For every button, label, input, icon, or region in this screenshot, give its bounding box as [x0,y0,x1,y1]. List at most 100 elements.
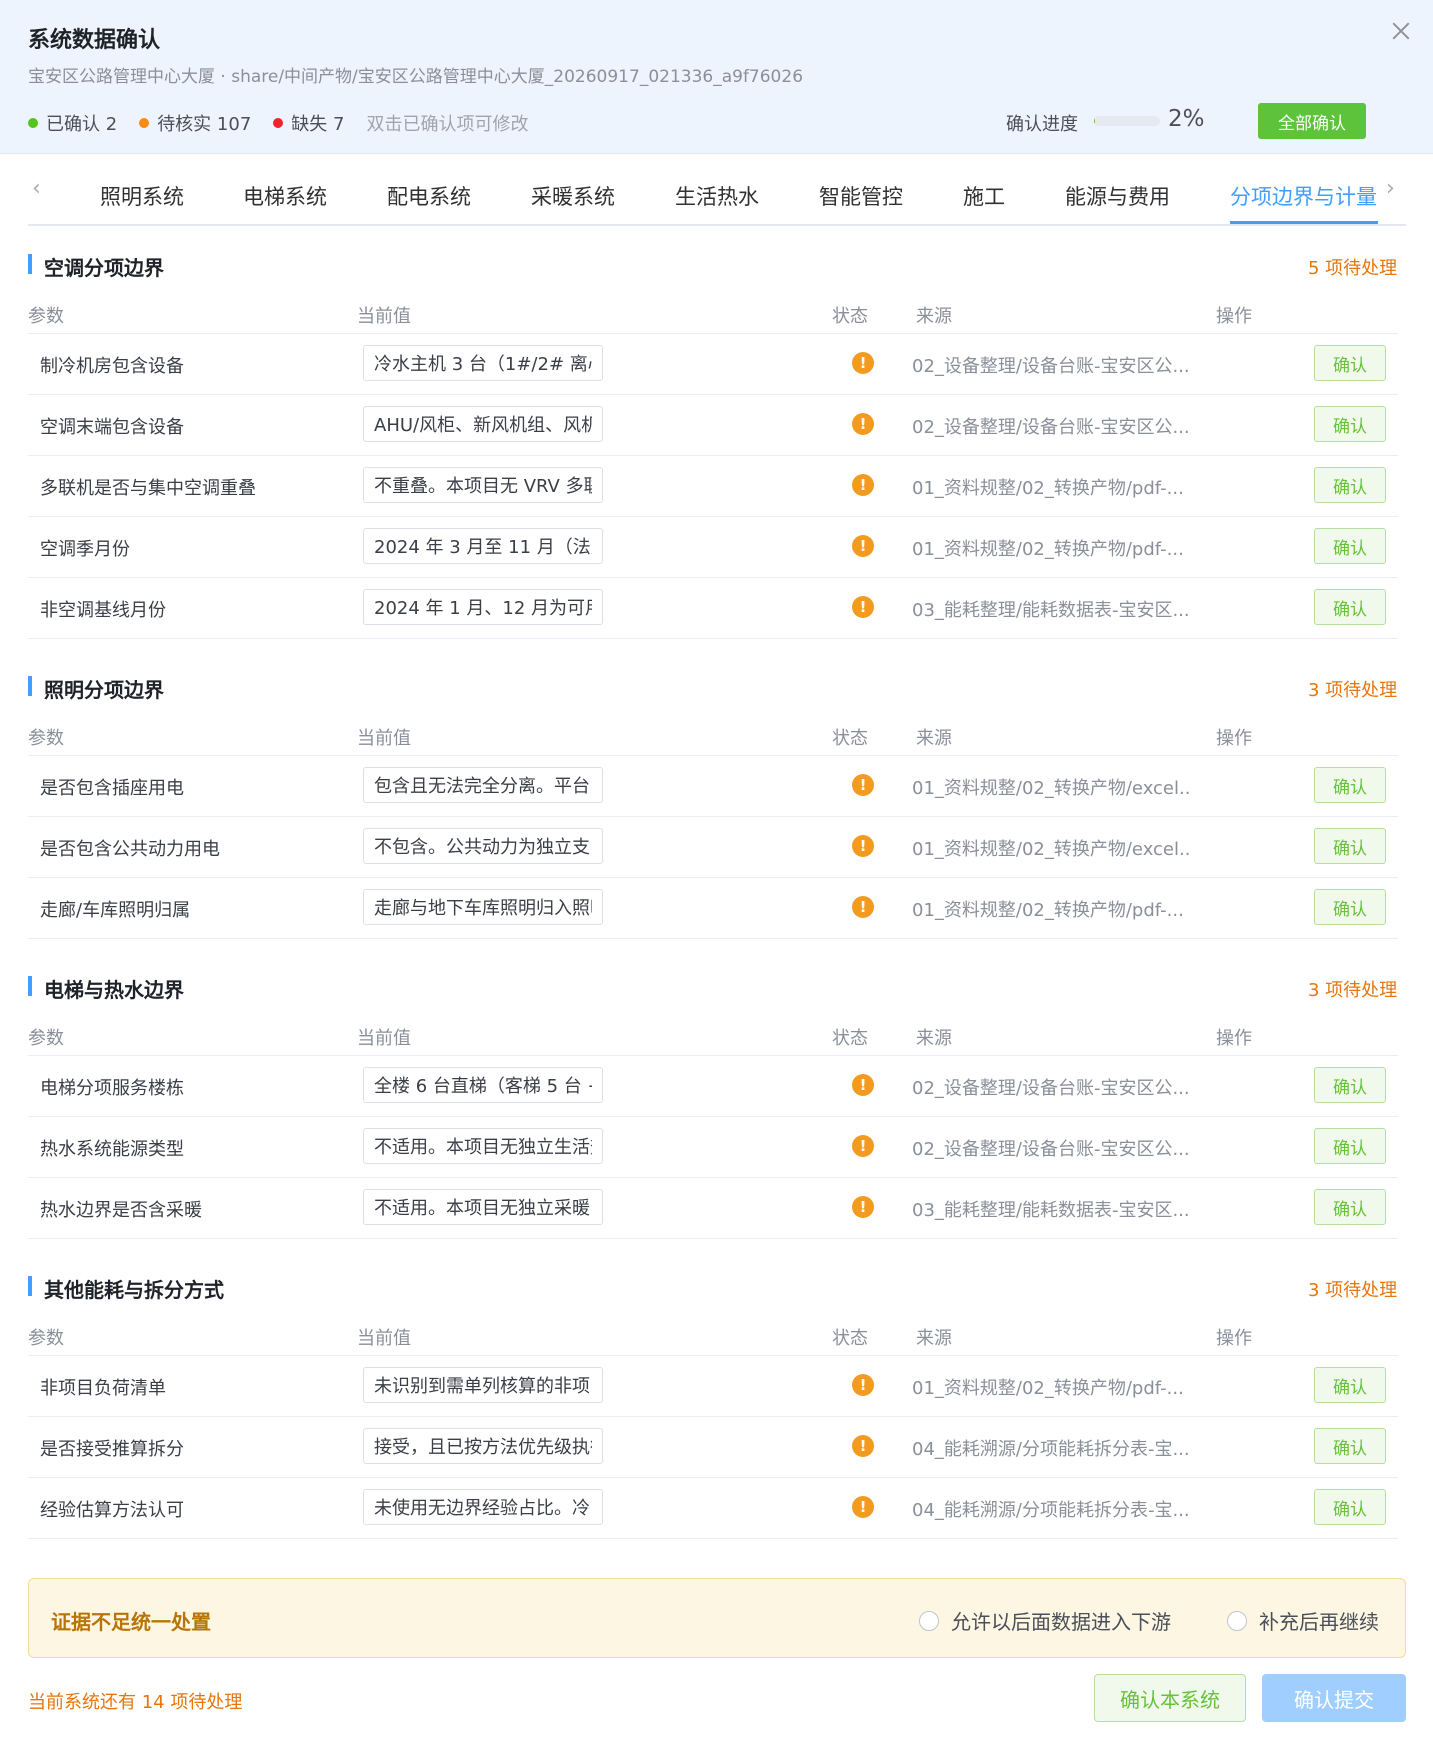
col-param-header: 参数 [28,728,64,749]
section-title: 电梯与热水边界 [44,978,184,1002]
tab-lighting[interactable]: 照明系统 [100,181,184,211]
value-input[interactable] [363,889,603,925]
tab-hot-water[interactable]: 生活热水 [675,181,759,211]
col-action-header: 操作 [1216,1028,1252,1049]
table-header: 参数 当前值 状态 来源 操作 [0,1014,1433,1056]
chevron-right-icon[interactable]: › [1386,176,1395,201]
col-action-header: 操作 [1216,1328,1252,1349]
param-name: 电梯分项服务楼栋 [40,1078,184,1099]
pending-label: 待核实 107 [157,114,252,135]
submit-button[interactable]: 确认提交 [1262,1674,1406,1722]
table-row: 热水系统能源类型! 02_设备整理/设备台账-宝安区公... 确认 [0,1117,1433,1178]
warning-icon: ! [852,1196,874,1218]
confirm-row-button[interactable]: 确认 [1314,406,1386,442]
row-divider [28,938,1398,939]
confirm-row-button[interactable]: 确认 [1314,1367,1386,1403]
col-status-header: 状态 [832,1028,868,1049]
table-row: 是否包含插座用电! 01_资料规整/02_转换产物/excel... 确认 [0,756,1433,817]
confirm-row-button[interactable]: 确认 [1314,1489,1386,1525]
confirm-row-button[interactable]: 确认 [1314,528,1386,564]
col-status-header: 状态 [832,306,868,327]
value-input[interactable] [363,1367,603,1403]
value-input[interactable] [363,1428,603,1464]
value-input[interactable] [363,406,603,442]
value-input[interactable] [363,467,603,503]
edit-hint: 双击已确认项可修改 [366,114,529,135]
col-status-header: 状态 [832,1328,868,1349]
confirm-row-button[interactable]: 确认 [1314,1128,1386,1164]
tab-energy-cost[interactable]: 能源与费用 [1065,181,1170,211]
value-input[interactable] [363,1489,603,1525]
value-input[interactable] [363,1067,603,1103]
param-name: 热水系统能源类型 [40,1139,184,1160]
radio-supplement-continue[interactable]: 补充后再继续 [1227,1606,1379,1635]
source-link[interactable]: 01_资料规整/02_转换产物/excel... [912,835,1192,861]
confirm-all-button[interactable]: 全部确认 [1258,103,1366,139]
warning-icon: ! [852,835,874,857]
source-link[interactable]: 04_能耗溯源/分项能耗拆分表-宝... [912,1435,1192,1461]
table-header: 参数 当前值 状态 来源 操作 [0,1314,1433,1356]
table-row: 空调季月份! 01_资料规整/02_转换产物/pdf-... 确认 [0,517,1433,578]
warning-icon: ! [852,596,874,618]
confirm-row-button[interactable]: 确认 [1314,589,1386,625]
radio-circle-icon[interactable] [1227,1610,1247,1631]
confirm-row-button[interactable]: 确认 [1314,1067,1386,1103]
source-link[interactable]: 01_资料规整/02_转换产物/pdf-... [912,474,1192,500]
confirm-row-button[interactable]: 确认 [1314,767,1386,803]
value-input[interactable] [363,767,603,803]
warning-icon: ! [852,1435,874,1457]
warning-icon: ! [852,1135,874,1157]
source-link[interactable]: 02_设备整理/设备台账-宝安区公... [912,1135,1192,1161]
source-link[interactable]: 04_能耗溯源/分项能耗拆分表-宝... [912,1496,1192,1522]
source-link[interactable]: 01_资料规整/02_转换产物/pdf-... [912,896,1192,922]
value-input[interactable] [363,345,603,381]
source-link[interactable]: 01_资料规整/02_转换产物/pdf-... [912,535,1192,561]
tab-smart-control[interactable]: 智能管控 [819,181,903,211]
col-source-header: 来源 [916,1328,952,1349]
tab-construction[interactable]: 施工 [963,181,1005,211]
row-divider [28,638,1398,639]
chevron-left-icon[interactable]: ‹ [32,176,41,201]
warning-icon: ! [852,1374,874,1396]
confirm-system-button[interactable]: 确认本系统 [1094,1674,1246,1722]
source-link[interactable]: 03_能耗整理/能耗数据表-宝安区... [912,1196,1192,1222]
source-link[interactable]: 02_设备整理/设备台账-宝安区公... [912,413,1192,439]
tab-elevator[interactable]: 电梯系统 [243,181,327,211]
warning-icon: ! [852,474,874,496]
tab-sub-boundary-metering[interactable]: 分项边界与计量 [1230,181,1377,211]
tab-heating[interactable]: 采暖系统 [531,181,615,211]
value-input[interactable] [363,1128,603,1164]
close-icon[interactable] [1388,18,1414,44]
warning-icon: ! [852,1496,874,1518]
value-input[interactable] [363,1189,603,1225]
section-title: 其他能耗与拆分方式 [44,1278,224,1302]
param-name: 非项目负荷清单 [40,1378,166,1399]
value-input[interactable] [363,828,603,864]
tabs-divider [28,224,1406,226]
missing-dot-icon [273,118,284,128]
source-link[interactable]: 01_资料规整/02_转换产物/pdf-... [912,1374,1192,1400]
confirm-row-button[interactable]: 确认 [1314,467,1386,503]
param-name: 空调季月份 [40,539,130,560]
confirm-row-button[interactable]: 确认 [1314,889,1386,925]
confirm-row-button[interactable]: 确认 [1314,345,1386,381]
confirm-row-button[interactable]: 确认 [1314,1189,1386,1225]
radio-allow-downstream[interactable]: 允许以后面数据进入下游 [919,1606,1171,1635]
warning-icon: ! [852,1074,874,1096]
value-input[interactable] [363,589,603,625]
table-header: 参数 当前值 状态 来源 操作 [0,714,1433,756]
confirm-row-button[interactable]: 确认 [1314,1428,1386,1464]
section-pending-count: 3 项待处理 [1308,980,1398,1001]
value-input[interactable] [363,528,603,564]
source-link[interactable]: 02_设备整理/设备台账-宝安区公... [912,1074,1192,1100]
category-tabs: ‹ 照明系统 电梯系统 配电系统 采暖系统 生活热水 智能管控 施工 能源与费用… [0,154,1433,226]
source-link[interactable]: 02_设备整理/设备台账-宝安区公... [912,352,1192,378]
table-row: 走廊/车库照明归属! 01_资料规整/02_转换产物/pdf-... 确认 [0,878,1433,939]
source-link[interactable]: 03_能耗整理/能耗数据表-宝安区... [912,596,1192,622]
confirm-row-button[interactable]: 确认 [1314,828,1386,864]
radio-circle-icon[interactable] [919,1610,939,1631]
status-summary: 已确认 2 待核实 107 缺失 7 双击已确认项可修改 [28,110,528,136]
source-link[interactable]: 01_资料规整/02_转换产物/excel... [912,774,1192,800]
section-accent-bar [28,976,32,996]
tab-power-distribution[interactable]: 配电系统 [387,181,471,211]
